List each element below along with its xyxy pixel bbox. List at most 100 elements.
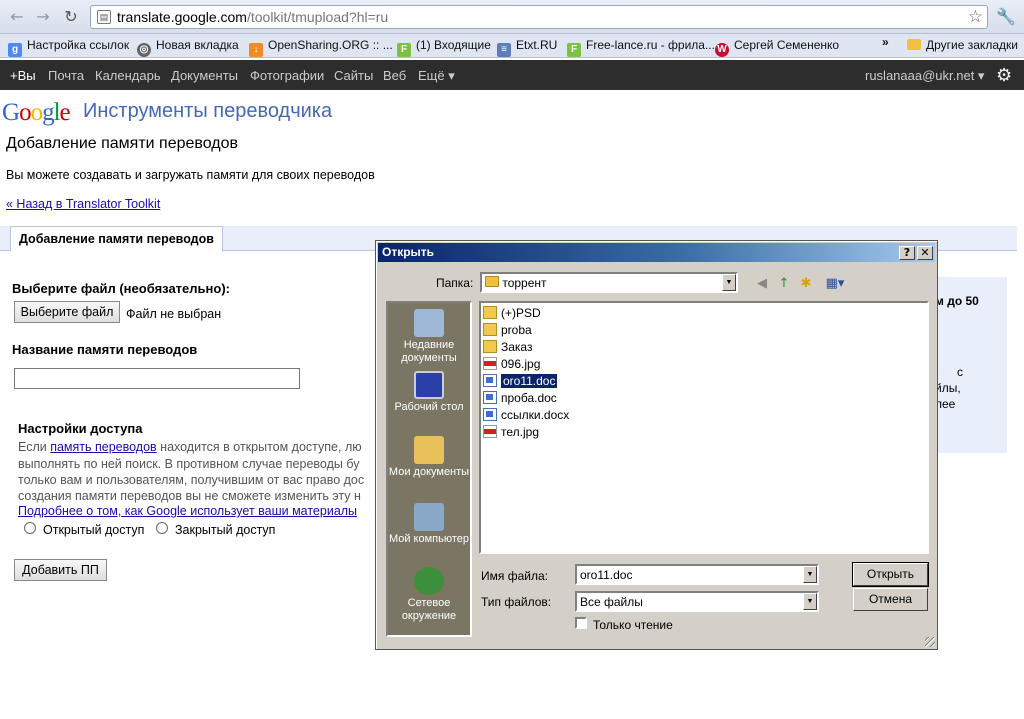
google-icon: g — [8, 43, 22, 57]
dialog-titlebar[interactable]: Открыть ? ✕ — [378, 243, 935, 262]
more-info-link[interactable]: Подробнее о том, как Google использует в… — [18, 504, 357, 518]
filename-input[interactable]: oro11.doc ▼ — [575, 564, 819, 585]
filetype-select[interactable]: Все файлы ▼ — [575, 591, 819, 612]
bookmark-item[interactable]: ◎ Новая вкладка — [137, 38, 239, 57]
url-text[interactable]: translate.google.com/toolkit/tmupload?hl… — [117, 9, 388, 25]
file-list-item[interactable]: proba — [483, 322, 532, 338]
back-arrow-icon[interactable]: ← — [8, 8, 26, 26]
gbar-link-sites[interactable]: Сайты — [334, 68, 373, 83]
bookmark-item[interactable]: W Сергей Семененко — [715, 38, 839, 57]
file-list-item-selected[interactable]: oro11.doc — [483, 373, 559, 389]
back-link[interactable]: « Назад в Translator Toolkit — [6, 197, 160, 211]
file-list-item[interactable]: ссылки.docx — [483, 407, 569, 423]
bookmarks-overflow[interactable]: » — [882, 35, 889, 49]
cancel-button[interactable]: Отмена — [853, 588, 928, 611]
jpg-file-icon — [483, 425, 497, 438]
info-box-text: лее — [935, 397, 956, 411]
choose-file-label: Выберите файл (необязательно): — [12, 281, 230, 296]
page-title: Добавление памяти переводов — [6, 135, 238, 152]
my-documents-icon — [414, 436, 444, 464]
my-computer-icon — [414, 503, 444, 531]
choose-file-button[interactable]: Выберите файл — [14, 301, 120, 323]
readonly-checkbox[interactable] — [575, 617, 587, 629]
open-button[interactable]: Открыть — [852, 562, 929, 587]
radio-private-label[interactable]: Закрытый доступ — [175, 523, 275, 537]
file-list-item[interactable]: 096.jpg — [483, 356, 540, 372]
open-file-dialog: Открыть ? ✕ Папка: торрент ▼ ◀ ↑ ✱ ▦▾ Не… — [375, 240, 938, 650]
file-list[interactable]: (+)PSD proba Заказ 096.jpg oro11.doc про… — [479, 301, 929, 554]
filetype-label: Тип файлов: — [481, 595, 552, 609]
radio-public-label[interactable]: Открытый доступ — [43, 523, 144, 537]
gbar-link-mail[interactable]: Почта — [48, 68, 84, 83]
gbar-link-calendar[interactable]: Календарь — [95, 68, 161, 83]
globe-icon: ◎ — [137, 43, 151, 57]
close-button[interactable]: ✕ — [917, 246, 933, 260]
desktop-icon — [414, 371, 444, 399]
add-tm-button[interactable]: Добавить ПП — [14, 559, 107, 581]
filename-value: oro11.doc — [580, 568, 633, 582]
chevron-down-icon[interactable]: ▼ — [722, 274, 736, 291]
places-bar: Недавние документы Рабочий стол Мои доку… — [386, 301, 472, 637]
address-bar[interactable]: ▤ translate.google.com/toolkit/tmupload?… — [90, 5, 988, 29]
chevron-down-icon[interactable]: ▼ — [803, 566, 817, 583]
file-list-item[interactable]: проба.doc — [483, 390, 557, 406]
bookmark-star-icon[interactable]: ☆ — [968, 7, 983, 27]
tm-name-input[interactable] — [14, 368, 300, 389]
gbar-link-photos[interactable]: Фотографии — [250, 68, 324, 83]
f-icon: F — [397, 43, 411, 57]
resize-grip[interactable] — [925, 637, 935, 647]
folder-icon — [483, 340, 497, 353]
help-button[interactable]: ? — [899, 246, 915, 260]
radio-public[interactable] — [24, 522, 36, 534]
readonly-label[interactable]: Только чтение — [593, 618, 673, 632]
back-icon[interactable]: ◀ — [753, 276, 771, 292]
screen: ← → ↻ ▤ translate.google.com/toolkit/tmu… — [0, 0, 1024, 719]
tm-link[interactable]: память переводов — [50, 440, 156, 454]
file-list-item[interactable]: тел.jpg — [483, 424, 539, 440]
chevron-down-icon[interactable]: ▼ — [803, 593, 817, 610]
dialog-title: Открыть — [382, 245, 435, 259]
radio-private[interactable] — [156, 522, 168, 534]
place-desktop[interactable]: Рабочий стол — [388, 371, 470, 414]
filename-label: Имя файла: — [481, 569, 548, 583]
file-list-item[interactable]: Заказ — [483, 339, 532, 355]
filetype-value: Все файлы — [580, 595, 643, 609]
file-list-item[interactable]: (+)PSD — [483, 305, 541, 321]
gbar-link-plus[interactable]: +Вы — [10, 68, 36, 83]
word-document-icon — [483, 408, 497, 421]
view-menu-icon[interactable]: ▦▾ — [822, 276, 848, 292]
other-bookmarks[interactable]: Другие закладки — [907, 38, 1018, 52]
wrench-icon[interactable]: 🔧 — [996, 7, 1016, 26]
gbar-link-docs[interactable]: Документы — [171, 68, 238, 83]
user-account[interactable]: ruslanaaa@ukr.net ▾ — [865, 68, 984, 84]
bookmark-item[interactable]: F Free-lance.ru - фрила... — [567, 38, 715, 57]
gbar-link-more[interactable]: Ещё ▾ — [418, 68, 455, 84]
bookmark-item[interactable]: g Настройка ссылок — [8, 38, 129, 57]
place-my-computer[interactable]: Мой компьютер — [388, 503, 470, 546]
info-box-text: с — [957, 365, 963, 379]
browser-toolbar: ← → ↻ ▤ translate.google.com/toolkit/tmu… — [0, 0, 1024, 34]
word-document-icon — [483, 391, 497, 404]
gbar-link-web[interactable]: Веб — [383, 68, 406, 83]
bookmark-item[interactable]: ≡ Etxt.RU — [497, 38, 557, 57]
folder-label: Папка: — [436, 276, 474, 290]
gear-icon[interactable]: ⚙ — [996, 65, 1012, 86]
google-bar: +Вы Почта Календарь Документы Фотографии… — [0, 60, 1024, 90]
info-box-text: м до 50 — [935, 294, 979, 308]
reload-icon[interactable]: ↻ — [62, 8, 80, 26]
tab-add-tm[interactable]: Добавление памяти переводов — [10, 226, 223, 252]
up-folder-icon[interactable]: ↑ — [775, 276, 793, 292]
place-network[interactable]: Сетевое окружение — [388, 567, 470, 623]
folder-combo[interactable]: торрент ▼ — [480, 272, 738, 293]
new-folder-icon[interactable]: ✱ — [797, 276, 815, 292]
folder-icon — [485, 276, 499, 287]
forward-arrow-icon[interactable]: → — [34, 8, 52, 26]
list-icon: ≡ — [497, 43, 511, 57]
recent-documents-icon — [414, 309, 444, 337]
google-logo[interactable]: Google — [2, 99, 71, 127]
access-heading: Настройки доступа — [18, 421, 143, 436]
place-my-documents[interactable]: Мои документы — [388, 436, 470, 479]
bookmark-item[interactable]: F (1) Входящие — [397, 38, 491, 57]
place-recent[interactable]: Недавние документы — [388, 309, 470, 365]
bookmark-item[interactable]: ↓ OpenSharing.ORG :: ... — [249, 38, 393, 57]
